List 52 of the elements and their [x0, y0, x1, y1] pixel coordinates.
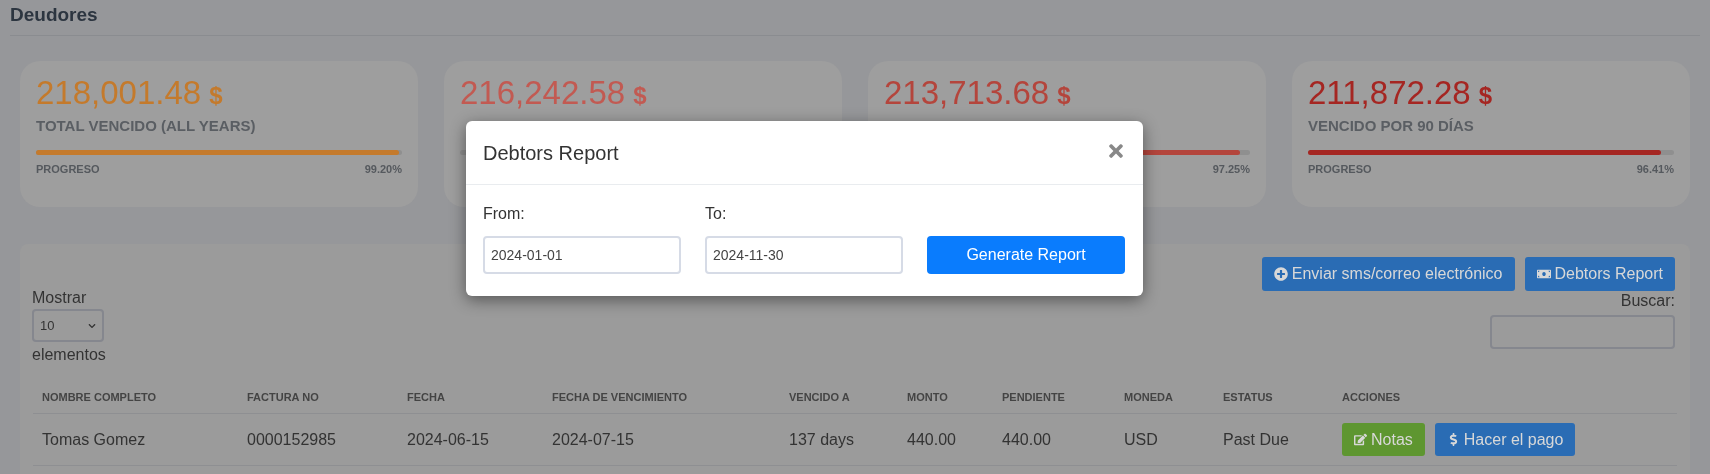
- currency-symbol: $: [633, 81, 647, 111]
- page-size-select[interactable]: 10: [32, 309, 104, 342]
- banknote-icon: [1536, 267, 1551, 281]
- chevron-down-icon: [88, 321, 96, 330]
- stat-label: TOTAL VENCIDO (ALL YEARS): [36, 117, 256, 134]
- table-cell: 440.00: [1002, 430, 1051, 448]
- stat-amount: 211,872.28: [1308, 73, 1471, 113]
- to-date-field[interactable]: 2024-11-30: [705, 236, 903, 274]
- generate-report-button[interactable]: Generate Report: [927, 236, 1125, 274]
- column-header: FACTURA NO: [247, 391, 319, 403]
- column-header: NOMBRE COMPLETO: [42, 391, 157, 403]
- table-cell: USD: [1124, 430, 1158, 448]
- send-message-button[interactable]: Enviar sms/correo electrónico: [1261, 257, 1515, 291]
- from-date-field[interactable]: 2024-01-01: [483, 236, 681, 274]
- progress-percent: 97.25%: [1212, 162, 1250, 177]
- report-button[interactable]: Debtors Report: [1524, 257, 1675, 291]
- progress-label: PROGRESO: [36, 162, 100, 177]
- column-header: ESTATUS: [1223, 391, 1273, 403]
- payment-button[interactable]: Hacer el pago: [1434, 423, 1576, 456]
- table-cell: 0000152985: [247, 430, 336, 448]
- table-cell: 440.00: [907, 430, 956, 448]
- table-cell: 2024-07-15: [552, 430, 634, 448]
- currency-symbol: $: [209, 81, 223, 111]
- notes-button[interactable]: Notas: [1342, 423, 1425, 456]
- column-header: FECHA DE VENCIMIENTO: [552, 391, 688, 403]
- progress-percent: 99.20%: [364, 162, 402, 177]
- column-header: MONEDA: [1124, 391, 1173, 403]
- length-label: Mostrar: [32, 288, 87, 308]
- edit-icon: [1354, 433, 1367, 446]
- table-cell: 2024-06-15: [407, 430, 489, 448]
- length-suffix: elementos: [32, 345, 106, 365]
- stat-amount: 213,713.68: [884, 73, 1050, 113]
- column-header: PENDIENTE: [1002, 391, 1065, 403]
- progress-label: PROGRESO: [1308, 162, 1372, 177]
- currency-symbol: $: [1057, 81, 1071, 111]
- field-label: From:: [483, 204, 526, 224]
- stat-label: VENCIDO POR 90 DÍAS: [1308, 117, 1474, 134]
- currency-symbol: $: [1478, 81, 1493, 111]
- column-header: VENCIDO A: [789, 391, 850, 403]
- table-cell: Past Due: [1223, 430, 1289, 448]
- table-cell: 137 days: [789, 430, 854, 448]
- table-cell: Tomas Gomez: [42, 430, 146, 448]
- field-label: To:: [705, 204, 728, 224]
- search-label: Buscar:: [1620, 291, 1675, 311]
- stat-amount: 218,001.48: [36, 73, 202, 113]
- column-header: MONTO: [907, 391, 948, 403]
- column-header: ACCIONES: [1342, 391, 1401, 403]
- page-title: Deudores: [10, 3, 99, 27]
- column-header: FECHA: [407, 391, 445, 403]
- stat-amount: 216,242.58: [460, 73, 626, 113]
- progress-percent: 96.41%: [1636, 162, 1674, 177]
- dialog-title: Debtors Report: [483, 140, 619, 166]
